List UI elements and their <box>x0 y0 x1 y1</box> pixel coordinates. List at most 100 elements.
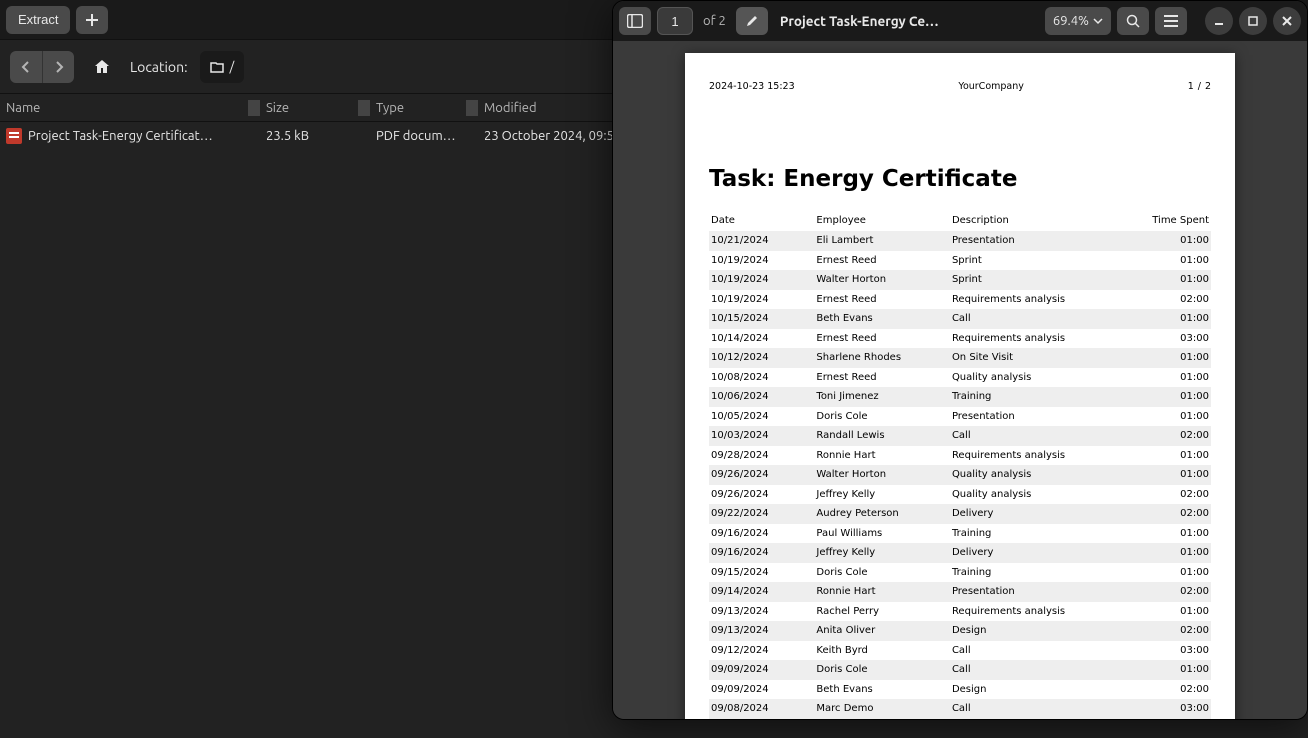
nav-forward-button[interactable] <box>42 51 74 83</box>
cell-time: 01:00 <box>1136 660 1211 680</box>
cell-date: 10/15/2024 <box>709 309 814 329</box>
search-icon <box>1126 14 1140 28</box>
cell-time: 02:00 <box>1136 504 1211 524</box>
plus-icon <box>85 13 99 27</box>
task-row: 09/09/2024Doris ColeCall01:00 <box>709 660 1211 680</box>
cell-employee: Beth Evans <box>814 309 950 329</box>
cell-employee: Ernest Reed <box>814 329 950 349</box>
task-row: 09/12/2024Keith ByrdCall03:00 <box>709 641 1211 661</box>
hamburger-menu-button[interactable] <box>1155 7 1187 35</box>
window-close-button[interactable] <box>1273 7 1301 35</box>
cell-date: 10/21/2024 <box>709 231 814 251</box>
pdf-document-title: Project Task-Energy Ce… <box>774 13 1039 29</box>
task-row: 09/09/2024Beth EvansDesign02:00 <box>709 680 1211 700</box>
cell-employee: Jeffrey Kelly <box>814 543 950 563</box>
page-number-input[interactable] <box>657 7 693 35</box>
cell-time: 01:00 <box>1136 251 1211 271</box>
nav-back-button[interactable] <box>10 51 42 83</box>
cell-employee: Ernest Reed <box>814 290 950 310</box>
search-button[interactable] <box>1117 7 1149 35</box>
task-row: 10/19/2024Walter HortonSprint01:00 <box>709 270 1211 290</box>
task-table-header-row: Date Employee Description Time Spent <box>709 211 1211 231</box>
cell-time: 01:00 <box>1136 309 1211 329</box>
annotate-button[interactable] <box>736 7 768 35</box>
cell-description: Training <box>950 563 1136 583</box>
cell-date: 10/06/2024 <box>709 387 814 407</box>
task-row: 10/05/2024Doris ColePresentation01:00 <box>709 407 1211 427</box>
task-row: 09/16/2024Paul WilliamsTraining01:00 <box>709 524 1211 544</box>
cell-date: 10/08/2024 <box>709 368 814 388</box>
cell-description: Design <box>950 680 1136 700</box>
task-row: 09/26/2024Walter HortonQuality analysis0… <box>709 465 1211 485</box>
col-resize[interactable] <box>466 100 478 116</box>
cell-time: 01:00 <box>1136 465 1211 485</box>
pdf-viewer-window: of 2 Project Task-Energy Ce… 69.4% <box>612 0 1308 720</box>
cell-time: 02:00 <box>1136 680 1211 700</box>
cell-employee: Randall Lewis <box>814 426 950 446</box>
cell-description: Training <box>950 387 1136 407</box>
cell-time: 02:00 <box>1136 426 1211 446</box>
window-maximize-button[interactable] <box>1239 7 1267 35</box>
cell-description: Sprint <box>950 251 1136 271</box>
sidebar-icon <box>627 14 643 28</box>
cell-date: 10/19/2024 <box>709 270 814 290</box>
cell-description: On Site Visit <box>950 348 1136 368</box>
cell-date: 09/12/2024 <box>709 641 814 661</box>
cell-employee: Paul Williams <box>814 524 950 544</box>
task-row: 09/13/2024Anita OliverDesign02:00 <box>709 621 1211 641</box>
cell-description: Call <box>950 660 1136 680</box>
cell-date: 09/13/2024 <box>709 602 814 622</box>
zoom-selector[interactable]: 69.4% <box>1045 7 1111 35</box>
pdf-page-header: 2024-10-23 15:23 YourCompany 1 / 2 <box>709 81 1211 94</box>
new-tab-button[interactable] <box>76 6 108 34</box>
path-box[interactable]: / <box>200 51 245 83</box>
task-row: 09/15/2024Doris ColeTraining01:00 <box>709 563 1211 583</box>
task-row: 09/16/2024Jeffrey KellyDelivery01:00 <box>709 543 1211 563</box>
cell-employee: Ernest Reed <box>814 368 950 388</box>
window-minimize-button[interactable] <box>1205 7 1233 35</box>
col-header-size[interactable]: Size <box>260 101 358 115</box>
cell-date: 10/14/2024 <box>709 329 814 349</box>
cell-employee: Doris Cole <box>814 660 950 680</box>
pdf-heading: Task: Energy Certificate <box>709 164 1211 195</box>
cell-time: 03:00 <box>1136 641 1211 661</box>
pdf-page-indicator: 1 / 2 <box>1188 81 1211 94</box>
col-header-name[interactable]: Name <box>0 101 248 115</box>
nav-buttons <box>10 51 74 83</box>
zoom-value: 69.4% <box>1053 14 1089 28</box>
col-resize[interactable] <box>358 100 370 116</box>
col-resize[interactable] <box>248 100 260 116</box>
chevron-down-icon <box>1093 16 1103 26</box>
cell-time: 01:00 <box>1136 446 1211 466</box>
pdf-viewport[interactable]: 2024-10-23 15:23 YourCompany 1 / 2 Task:… <box>613 41 1307 719</box>
cell-description: Requirements analysis <box>950 602 1136 622</box>
file-size: 23.5 kB <box>260 129 358 143</box>
cell-employee: Marc Demo <box>814 699 950 719</box>
cell-description: Delivery <box>950 504 1136 524</box>
minimize-icon <box>1213 15 1225 27</box>
sidebar-toggle-button[interactable] <box>619 7 651 35</box>
cell-date: 09/13/2024 <box>709 621 814 641</box>
task-table: Date Employee Description Time Spent 10/… <box>709 211 1211 719</box>
cell-date: 09/08/2024 <box>709 699 814 719</box>
task-row: 09/26/2024Jeffrey KellyQuality analysis0… <box>709 485 1211 505</box>
task-row: 09/13/2024Rachel PerryRequirements analy… <box>709 602 1211 622</box>
task-row: 10/21/2024Eli LambertPresentation01:00 <box>709 231 1211 251</box>
task-row: 10/12/2024Sharlene RhodesOn Site Visit01… <box>709 348 1211 368</box>
cell-employee: Doris Cole <box>814 563 950 583</box>
cell-description: Quality analysis <box>950 368 1136 388</box>
home-button[interactable] <box>86 51 118 83</box>
cell-employee: Keith Byrd <box>814 641 950 661</box>
cell-time: 01:00 <box>1136 231 1211 251</box>
maximize-icon <box>1247 15 1259 27</box>
cell-description: Training <box>950 524 1136 544</box>
chevron-right-icon <box>53 61 65 73</box>
col-header-type[interactable]: Type <box>370 101 466 115</box>
task-row: 10/06/2024Toni JimenezTraining01:00 <box>709 387 1211 407</box>
cell-employee: Walter Horton <box>814 270 950 290</box>
page-total-label: of 2 <box>699 14 730 28</box>
pdf-page: 2024-10-23 15:23 YourCompany 1 / 2 Task:… <box>685 53 1235 719</box>
cell-employee: Doris Cole <box>814 407 950 427</box>
cell-employee: Ronnie Hart <box>814 582 950 602</box>
extract-button[interactable]: Extract <box>6 6 70 34</box>
